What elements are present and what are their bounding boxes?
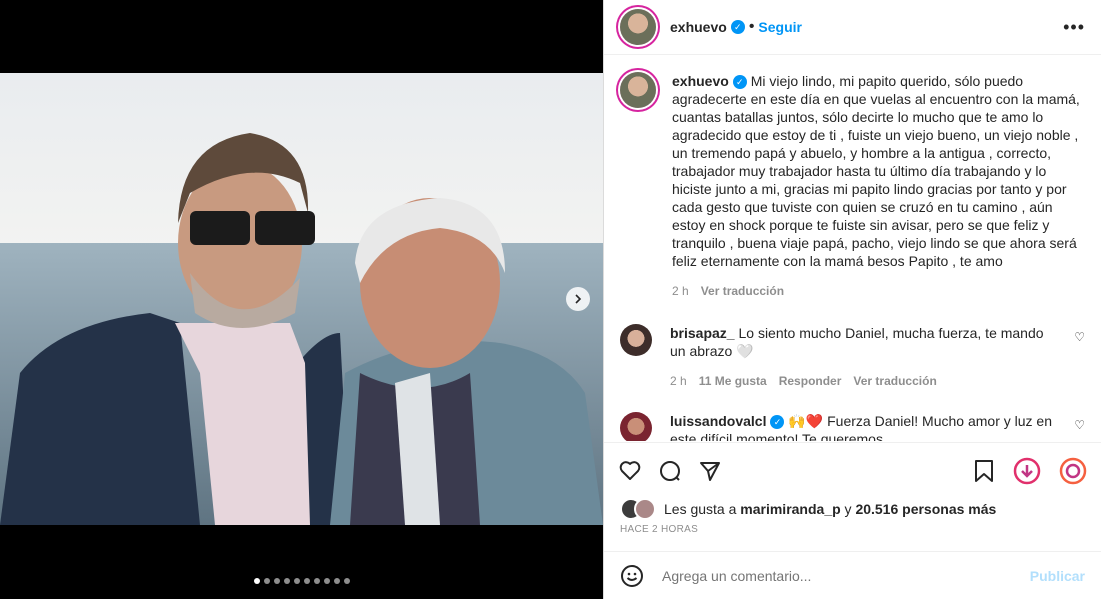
download-extension-icon[interactable] xyxy=(1013,457,1041,485)
commenter-avatar[interactable] xyxy=(620,412,652,441)
carousel-dot xyxy=(253,578,260,584)
verified-badge-icon: ✓ xyxy=(730,20,745,34)
comment-input[interactable] xyxy=(660,566,1030,585)
carousel-dot xyxy=(263,578,270,584)
like-comment-heart-icon[interactable]: ♡ xyxy=(1074,418,1085,432)
comments-list[interactable]: exhuevo ✓ Mi viejo lindo, mi papito queri… xyxy=(604,56,1101,441)
author-username[interactable]: exhuevo xyxy=(670,19,727,35)
add-comment-bar: Publicar xyxy=(604,551,1101,599)
carousel-dot xyxy=(293,578,300,584)
carousel-dot xyxy=(313,578,320,584)
carousel-next-button[interactable] xyxy=(566,287,590,311)
caption-author-avatar[interactable] xyxy=(620,72,656,108)
separator-dot: • xyxy=(748,18,755,35)
likes-middle: y xyxy=(844,501,852,517)
comment-item: luissandovalcl ✓ 🙌❤️ Fuerza Daniel! Mucho… xyxy=(620,412,1085,441)
like-heart-icon[interactable] xyxy=(618,459,642,483)
post-timestamp[interactable]: HACE 2 HORAS xyxy=(620,524,698,535)
publish-button[interactable]: Publicar xyxy=(1030,568,1085,584)
likes-count[interactable]: 20.516 personas más xyxy=(855,501,996,517)
emoji-smiley-icon[interactable] xyxy=(620,564,644,588)
more-options-icon[interactable]: ••• xyxy=(1063,17,1085,38)
carousel-dot xyxy=(323,578,330,584)
post-header: exhuevo ✓ • Seguir ••• xyxy=(604,0,1101,55)
carousel-dot xyxy=(343,578,350,584)
post-actions-bar xyxy=(604,442,1101,498)
comment-time[interactable]: 2 h xyxy=(670,372,687,390)
likes-prefix: Les gusta a xyxy=(664,501,737,517)
comment-likes[interactable]: 11 Me gusta xyxy=(699,372,767,390)
post-modal: exhuevo ✓ • Seguir ••• exhuevo ✓ Mi viejo… xyxy=(0,0,1101,599)
post-media xyxy=(0,0,603,599)
commenter-username[interactable]: luissandovalcl xyxy=(670,413,766,429)
caption: exhuevo ✓ Mi viejo lindo, mi papito queri… xyxy=(620,72,1085,300)
liked-by-avatars[interactable] xyxy=(620,498,656,520)
post-side-panel: exhuevo ✓ • Seguir ••• exhuevo ✓ Mi viejo… xyxy=(603,0,1101,599)
caption-text: Mi viejo lindo, mi papito querido, sólo … xyxy=(672,73,1080,269)
comment-item: brisapaz_ Lo siento mucho Daniel, mucha … xyxy=(620,324,1085,390)
author-avatar[interactable] xyxy=(620,9,656,45)
carousel-dot xyxy=(273,578,280,584)
commenter-avatar[interactable] xyxy=(620,324,652,356)
carousel-dot xyxy=(333,578,340,584)
carousel-dot xyxy=(283,578,290,584)
likes-summary: Les gusta a marimiranda_p y 20.516 perso… xyxy=(620,498,1085,520)
comment-bubble-icon[interactable] xyxy=(658,459,682,483)
carousel-dot xyxy=(303,578,310,584)
see-translation-link[interactable]: Ver traducción xyxy=(701,282,784,300)
verified-badge-icon: ✓ xyxy=(770,415,785,430)
verified-badge-icon: ✓ xyxy=(732,75,747,90)
carousel-dots xyxy=(0,578,603,584)
like-comment-heart-icon[interactable]: ♡ xyxy=(1074,330,1085,344)
post-photo xyxy=(0,73,603,525)
commenter-username[interactable]: brisapaz_ xyxy=(670,325,735,341)
caption-time[interactable]: 2 h xyxy=(672,282,689,300)
see-translation-link[interactable]: Ver traducción xyxy=(853,372,936,390)
follow-button[interactable]: Seguir xyxy=(758,19,802,35)
caption-username[interactable]: exhuevo xyxy=(672,73,729,89)
save-bookmark-icon[interactable] xyxy=(973,459,995,483)
repost-extension-icon[interactable] xyxy=(1059,457,1087,485)
reply-button[interactable]: Responder xyxy=(779,372,842,390)
share-paper-plane-icon[interactable] xyxy=(698,459,722,483)
liked-by-user[interactable]: marimiranda_p xyxy=(740,501,840,517)
chevron-right-icon xyxy=(575,294,582,304)
